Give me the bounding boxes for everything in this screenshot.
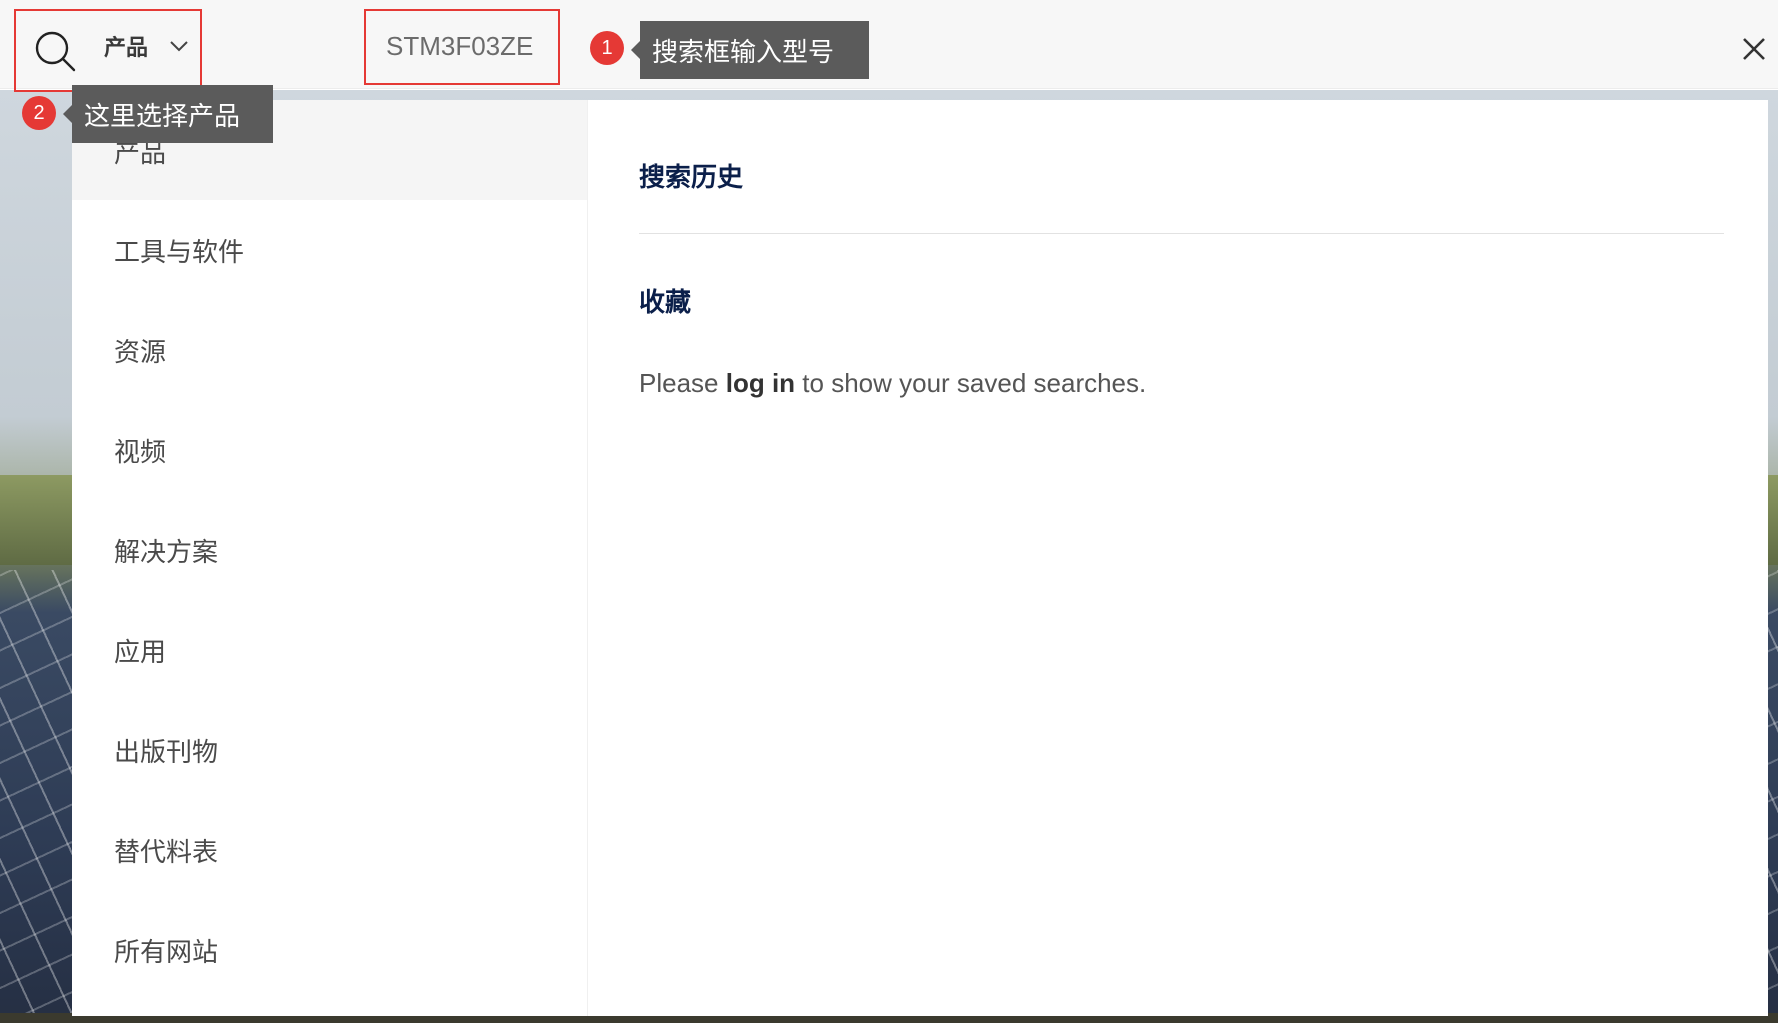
annotation-badge-1: 1	[590, 31, 624, 65]
login-link[interactable]: log in	[726, 368, 795, 398]
category-item-tools-software[interactable]: 工具与软件	[72, 200, 587, 300]
category-list: 产品 工具与软件 资源 视频 解决方案 应用 出版刊物 替代料表 所有网站	[72, 100, 588, 1016]
category-item-applications[interactable]: 应用	[72, 600, 587, 700]
section-divider	[639, 233, 1724, 234]
search-history-title: 搜索历史	[639, 163, 744, 193]
annotation-badge-2: 2	[22, 96, 56, 130]
favorites-title: 收藏	[639, 288, 692, 318]
category-item-cross-reference[interactable]: 替代料表	[72, 800, 587, 900]
search-dropdown-panel: 产品 工具与软件 资源 视频 解决方案 应用 出版刊物 替代料表 所有网站 搜索…	[72, 100, 1768, 1016]
category-item-all-sites[interactable]: 所有网站	[72, 900, 587, 1000]
category-item-videos[interactable]: 视频	[72, 400, 587, 500]
search-results-pane: 搜索历史 收藏 Please log in to show your saved…	[597, 100, 1768, 1016]
annotation-tooltip-1: 搜索框输入型号	[631, 21, 869, 79]
login-suffix: to show your saved searches.	[795, 368, 1147, 398]
category-select[interactable]: 产品	[104, 28, 190, 64]
login-prefix: Please	[639, 368, 726, 398]
close-icon[interactable]	[1740, 35, 1768, 63]
chevron-down-icon	[170, 41, 188, 52]
search-input[interactable]	[372, 18, 558, 74]
category-item-publications[interactable]: 出版刊物	[72, 700, 587, 800]
search-bar: 产品	[0, 0, 1778, 89]
saved-searches-message: Please log in to show your saved searche…	[639, 368, 1146, 399]
annotation-tooltip-2: 这里选择产品	[63, 85, 273, 143]
category-select-label: 产品	[104, 36, 149, 61]
search-icon[interactable]	[34, 30, 76, 72]
category-item-resources[interactable]: 资源	[72, 300, 587, 400]
category-item-solutions[interactable]: 解决方案	[72, 500, 587, 600]
